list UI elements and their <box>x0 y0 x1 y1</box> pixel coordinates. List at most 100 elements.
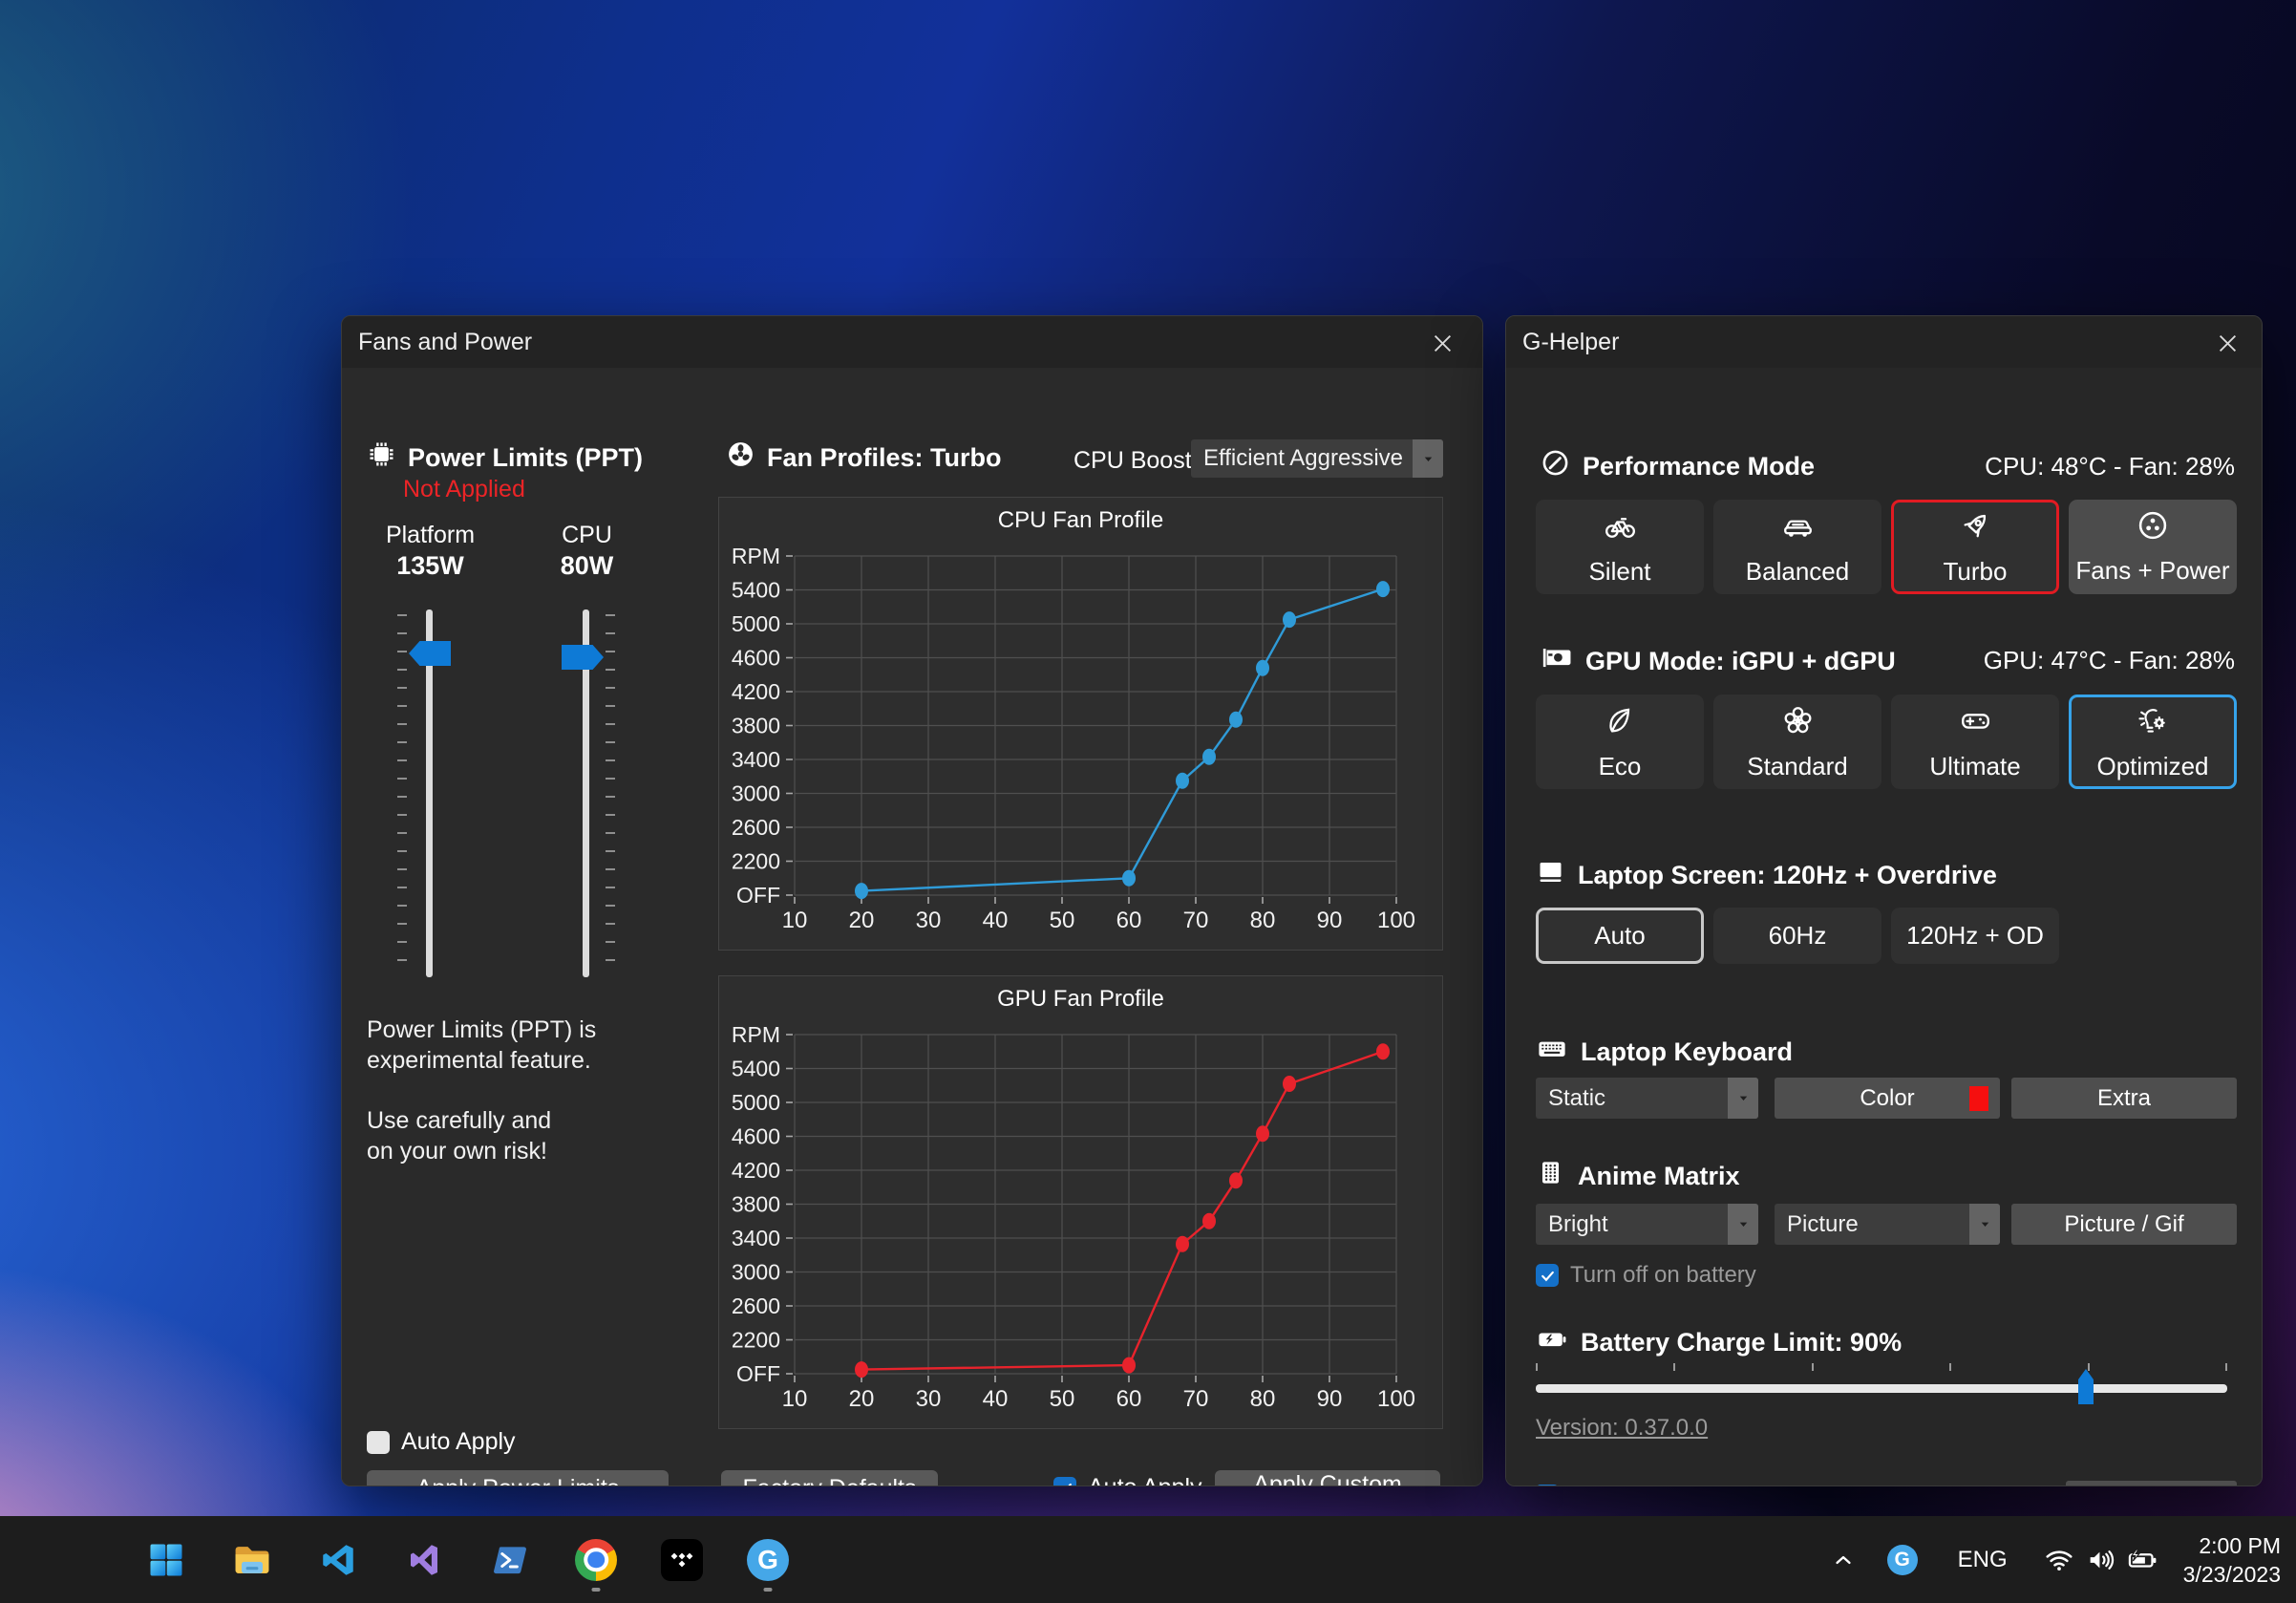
gamepad-icon <box>1958 703 1993 743</box>
clock-date: 3/23/2023 <box>2183 1560 2281 1589</box>
fans-window-titlebar[interactable]: Fans and Power <box>342 316 1482 368</box>
svg-text:100: 100 <box>1377 1386 1415 1412</box>
visual-studio-icon <box>403 1539 445 1581</box>
turn-off-on-battery-label: Turn off on battery <box>1570 1262 1756 1289</box>
svg-text:4600: 4600 <box>732 1124 780 1149</box>
laptop-keyboard-heading-row: Laptop Keyboard <box>1536 1033 1793 1072</box>
svg-text:3400: 3400 <box>732 747 780 772</box>
version-link[interactable]: Version: 0.37.0.0 <box>1536 1415 1708 1442</box>
ghelper-window-body: Performance Mode CPU: 48°C - Fan: 28% Si… <box>1506 368 2262 1485</box>
ghelper-window-titlebar[interactable]: G-Helper <box>1506 316 2262 368</box>
battery-tray-icon[interactable] <box>2126 1545 2158 1575</box>
gpu-mode-standard[interactable]: Standard <box>1713 695 1881 789</box>
file-explorer-button[interactable] <box>223 1526 281 1594</box>
svg-text:10: 10 <box>782 908 808 933</box>
fans-window-body: Power Limits (PPT) Not Applied Platform … <box>342 368 1482 1485</box>
quit-button[interactable]: Quit <box>2066 1481 2237 1486</box>
keyboard-color-button[interactable]: Color <box>1775 1078 2000 1119</box>
platform-value: 135W <box>361 551 500 581</box>
fan-icon <box>726 439 755 476</box>
chevron-down-icon <box>1728 1204 1758 1245</box>
apply-custom-curve-button[interactable]: Apply Custom Curve <box>1215 1470 1440 1486</box>
keyboard-extra-button[interactable]: Extra <box>2011 1078 2237 1119</box>
screen-mode-120hz-od[interactable]: 120Hz + OD <box>1891 908 2059 964</box>
ghelper-window-title: G-Helper <box>1506 329 1619 356</box>
cpu-slider-ticks <box>606 614 615 972</box>
svg-text:90: 90 <box>1317 1386 1343 1412</box>
matrix-brightness-dropdown[interactable]: Bright <box>1536 1204 1758 1245</box>
screen-mode-auto[interactable]: Auto <box>1536 908 1704 964</box>
chrome-icon <box>575 1539 617 1581</box>
laptop-keyboard-heading: Laptop Keyboard <box>1581 1037 1793 1067</box>
power-limits-heading: Power Limits (PPT) <box>408 443 643 473</box>
perf-mode-balanced[interactable]: Balanced <box>1713 500 1881 594</box>
turn-off-on-battery-checkbox[interactable] <box>1536 1264 1559 1287</box>
visual-studio-button[interactable] <box>395 1526 453 1594</box>
chrome-button[interactable] <box>567 1526 625 1594</box>
apply-power-limits-button[interactable]: Apply Power Limits <box>367 1470 669 1486</box>
battery-slider-track[interactable] <box>1536 1384 2227 1393</box>
svg-text:3800: 3800 <box>732 1192 780 1217</box>
tray-g-helper-icon[interactable]: G <box>1887 1545 1918 1575</box>
battery-heading-row: Battery Charge Limit: 90% <box>1536 1323 1902 1362</box>
vscode-button[interactable] <box>309 1526 367 1594</box>
cpu-slider-thumb[interactable] <box>562 645 604 670</box>
matrix-content-dropdown[interactable]: Picture <box>1775 1204 2000 1245</box>
start-button[interactable] <box>138 1526 195 1594</box>
gpu-temp-status: GPU: 47°C - Fan: 28% <box>1984 646 2235 675</box>
vscode-icon <box>317 1539 359 1581</box>
svg-text:RPM: RPM <box>732 544 780 568</box>
close-icon[interactable] <box>1421 326 1463 360</box>
gpu-mode-eco[interactable]: Eco <box>1536 695 1704 789</box>
svg-text:4200: 4200 <box>732 1158 780 1183</box>
gpu-mode-optimized[interactable]: Optimized <box>2069 695 2237 789</box>
platform-slider-thumb[interactable] <box>409 641 451 666</box>
power-limits-note-1: Power Limits (PPT) is experimental featu… <box>367 1015 596 1076</box>
keyboard-mode-dropdown[interactable]: Static <box>1536 1078 1758 1119</box>
svg-text:5000: 5000 <box>732 611 780 636</box>
screen-mode-tiles: Auto 60Hz 120Hz + OD <box>1536 908 2059 964</box>
svg-text:3000: 3000 <box>732 781 780 806</box>
tidal-icon <box>661 1539 703 1581</box>
battery-slider-ticks <box>1536 1363 2227 1371</box>
svg-text:40: 40 <box>983 1386 1009 1412</box>
close-icon[interactable] <box>2206 326 2248 360</box>
gpu-mode-ultimate[interactable]: Ultimate <box>1891 695 2059 789</box>
tidal-button[interactable] <box>653 1526 711 1594</box>
power-auto-apply-checkbox[interactable] <box>367 1431 390 1454</box>
power-auto-apply-row: Auto Apply <box>367 1428 516 1456</box>
matrix-icon <box>1536 1158 1565 1194</box>
taskbar-clock[interactable]: 2:00 PM 3/23/2023 <box>2183 1531 2281 1589</box>
gpu-mode-heading: GPU Mode: iGPU + dGPU <box>1585 647 1896 676</box>
perf-mode-turbo[interactable]: Turbo <box>1891 500 2059 594</box>
svg-text:20: 20 <box>849 908 875 933</box>
svg-text:OFF: OFF <box>736 1361 780 1386</box>
matrix-content-value: Picture <box>1775 1211 1969 1238</box>
gpu-fan-chart[interactable]: RPM540050004600420038003400300026002200O… <box>718 975 1443 1429</box>
tray-language[interactable]: ENG <box>1958 1547 2008 1573</box>
chevron-down-icon <box>1413 439 1443 478</box>
clock-time: 2:00 PM <box>2183 1531 2281 1560</box>
g-helper-button[interactable]: G <box>739 1526 797 1594</box>
tray-chevron-up-icon[interactable] <box>1830 1547 1857 1573</box>
taskbar: G G ENG 2:00 PM 3/23/2023 <box>0 1516 2296 1603</box>
perf-mode-fans-power[interactable]: Fans + Power <box>2069 500 2237 594</box>
curve-auto-apply-checkbox[interactable] <box>1053 1477 1076 1487</box>
matrix-picture-gif-button[interactable]: Picture / Gif <box>2011 1204 2237 1245</box>
chevron-down-icon <box>1969 1204 2000 1245</box>
factory-defaults-button[interactable]: Factory Defaults <box>721 1470 938 1486</box>
wifi-icon[interactable] <box>2044 1545 2074 1575</box>
color-swatch <box>1969 1086 1988 1111</box>
cpu-boost-dropdown[interactable]: Efficient Aggressive <box>1191 439 1443 478</box>
perf-mode-silent[interactable]: Silent <box>1536 500 1704 594</box>
battery-slider-thumb[interactable] <box>2078 1369 2094 1404</box>
run-on-startup-checkbox[interactable] <box>1536 1485 1559 1487</box>
svg-text:30: 30 <box>916 1386 942 1412</box>
powershell-button[interactable] <box>481 1526 539 1594</box>
svg-text:100: 100 <box>1377 908 1415 933</box>
speaker-icon[interactable] <box>2086 1545 2116 1575</box>
screen-mode-60hz[interactable]: 60Hz <box>1713 908 1881 964</box>
chevron-down-icon <box>1728 1078 1758 1119</box>
cpu-fan-chart[interactable]: RPM540050004600420038003400300026002200O… <box>718 497 1443 951</box>
platform-label: Platform <box>361 522 500 549</box>
